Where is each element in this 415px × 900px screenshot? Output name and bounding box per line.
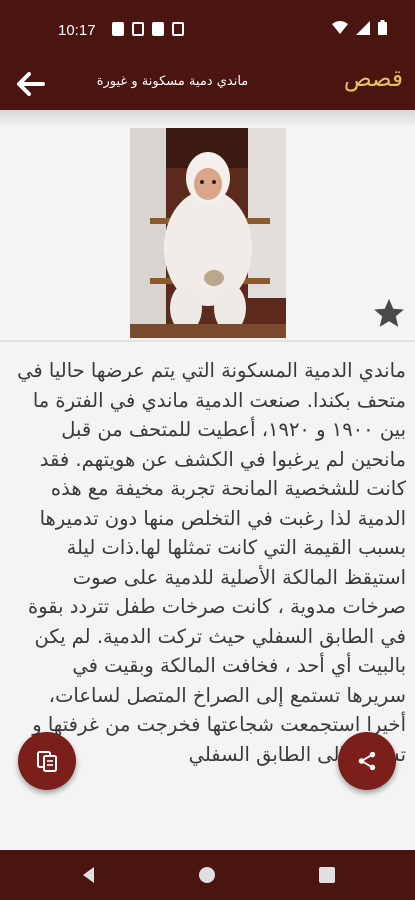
navigation-bar (0, 850, 415, 900)
youtube-icon (112, 22, 124, 36)
storage-icon (172, 22, 184, 36)
wifi-icon (332, 20, 348, 34)
app-bar-shadow (0, 110, 415, 128)
status-icons-right (332, 20, 387, 35)
doll-photo (130, 128, 286, 338)
sim-icon (152, 22, 164, 36)
copy-icon (37, 751, 57, 772)
signal-icon (356, 20, 370, 35)
share-icon (358, 751, 376, 771)
status-time: 10:17 (58, 22, 96, 39)
photo-icon (132, 22, 144, 36)
favorite-button[interactable] (372, 296, 406, 330)
status-icons-left (112, 22, 184, 36)
star-icon (374, 298, 404, 327)
status-bar: 10:17 (0, 0, 415, 58)
arrow-back-icon (17, 72, 45, 96)
nav-home-icon[interactable] (196, 864, 218, 886)
page-title: ماندي دمية مسكونة و غيورة (96, 74, 249, 89)
divider (0, 340, 415, 342)
back-button[interactable] (14, 68, 48, 100)
nav-recents-icon[interactable] (316, 864, 338, 886)
app-bar: ماندي دمية مسكونة و غيورة قصص (0, 58, 415, 110)
copy-button[interactable] (18, 732, 76, 790)
share-button[interactable] (338, 732, 396, 790)
nav-back-icon[interactable] (78, 864, 100, 886)
battery-icon (378, 20, 387, 35)
doll-illustration (130, 128, 286, 338)
app-brand: قصص (343, 66, 403, 92)
